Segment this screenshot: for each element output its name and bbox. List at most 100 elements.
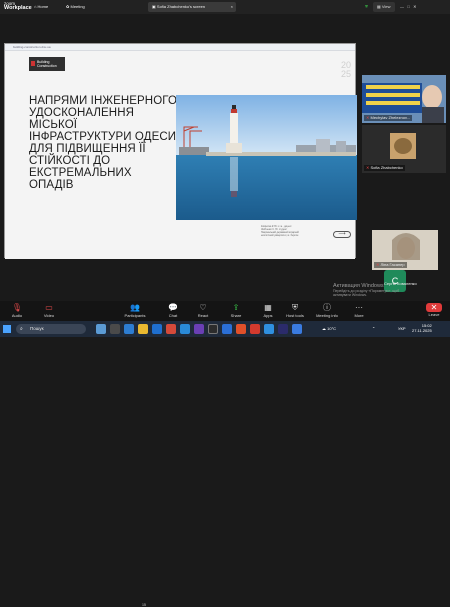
heart-icon: ♡ [199, 303, 207, 312]
more-icon: ··· [355, 303, 363, 312]
more-button[interactable]: ··· More [346, 303, 372, 318]
language-indicator[interactable]: УКР [398, 326, 406, 331]
taskbar-app-icon[interactable] [278, 324, 288, 334]
taskbar-app-icon[interactable] [124, 324, 134, 334]
tab-shared-screen[interactable]: ▣ Sofia Zhabchenko's screen × [148, 2, 236, 12]
home-icon: ⌂ [34, 4, 37, 9]
participants-icon: 👥 [130, 303, 140, 312]
shared-screen[interactable]: building-construction.dnu.ua Building Co… [4, 43, 357, 259]
windows-activation-watermark: Активация Windows Перейдіть до розділу «… [333, 283, 399, 297]
shield-icon: ⛨ [292, 303, 298, 312]
next-arrow-button[interactable]: ⟶ [333, 231, 351, 238]
taskbar-app-icon[interactable] [208, 324, 218, 334]
screen-icon: ▣ [152, 4, 156, 9]
start-tile [3, 325, 7, 329]
meeting-info-button[interactable]: ⓘ Meeting info [314, 303, 340, 318]
taskbar-app-icon[interactable] [250, 324, 260, 334]
start-tile [7, 329, 11, 333]
logo-line2: Construction [37, 64, 57, 68]
window-close-icon[interactable]: ✕ [413, 4, 416, 9]
presentation-slide: Building Construction 20 25 НАПРЯМИ ІНЖЕ… [5, 51, 357, 259]
info-icon: ⓘ [323, 303, 331, 312]
participants-count: 15 [142, 603, 146, 607]
arrow-right-icon: ⟶ [338, 231, 346, 237]
search-placeholder: Пошук [30, 326, 44, 331]
video-off-icon: ▭ [45, 303, 53, 312]
start-tile [3, 329, 7, 333]
taskbar-search[interactable]: Пошук [16, 324, 86, 334]
tab-meeting[interactable]: ✿ Meeting [62, 2, 89, 12]
windows-start-button[interactable] [3, 325, 11, 333]
share-button[interactable]: ⇪ Share [223, 303, 249, 318]
participant-name: ✕ Sofia Zhabchenko [364, 165, 405, 171]
clock[interactable]: 15:02 27.11.2025 [412, 323, 432, 333]
clock-date: 27.11.2025 [412, 328, 432, 333]
participant-tile[interactable]: ✕ Ліна Гасанер [372, 230, 438, 270]
year-line2: 25 [341, 69, 352, 79]
taskbar-app-icon[interactable] [264, 324, 274, 334]
participant-tile[interactable]: ✕ Mechylav Zheleznov... [362, 75, 446, 123]
chevron-up-icon: ⌃ [372, 326, 376, 331]
tray-icons[interactable]: ⌃ [372, 326, 375, 331]
security-shield[interactable]: ⛨ [365, 2, 368, 12]
brand-workplace: Workplace [4, 5, 32, 11]
close-icon: ✕ [426, 303, 442, 312]
mic-off-icon: ✕ [376, 262, 380, 267]
taskbar-app-icon[interactable] [96, 324, 106, 334]
taskbar-app-icon[interactable] [110, 324, 120, 334]
tab-meeting-label: Meeting [70, 4, 85, 9]
minimize-icon[interactable]: — [400, 4, 404, 9]
slide-title: НАПРЯМИ ІНЖЕНЕРНОГО УДОСКОНАЛЕННЯ МІСЬКО… [29, 95, 177, 191]
taskbar-app-icon[interactable] [236, 324, 246, 334]
view-button[interactable]: ▦ View [373, 2, 395, 12]
tab-home[interactable]: ⌂ Home [30, 2, 52, 12]
shield-icon: ⛨ [365, 4, 368, 9]
close-icon[interactable]: × [231, 2, 233, 12]
participant-name: ✕ Ліна Гасанер [374, 262, 407, 268]
audio-button[interactable]: 🎙 Audio [4, 303, 30, 318]
taskbar-app-icon[interactable] [194, 324, 204, 334]
windows-taskbar: Пошук ⌕ ☁ 10°C ⌃ УКР 15:02 27.11.2025 [0, 321, 450, 337]
video-button[interactable]: ▭ Video [36, 303, 62, 318]
taskbar-app-icon[interactable] [166, 324, 176, 334]
taskbar-app-icon[interactable] [292, 324, 302, 334]
zoom-title-bar: zoom Workplace ⌂ Home ✿ Meeting ▣ Sofia … [0, 0, 450, 14]
chat-button[interactable]: 💬 Chat [160, 303, 186, 318]
lighthouse-photo [176, 95, 357, 220]
watermark-line: активувати Windows. [333, 293, 367, 297]
weather-widget[interactable]: ☁ 10°C [322, 326, 336, 331]
mic-off-icon: ✕ [366, 115, 370, 120]
weather-icon: ☁ [322, 326, 326, 331]
chat-icon: 💬 [168, 303, 178, 312]
view-label: View [381, 4, 391, 9]
apps-button[interactable]: ▦ Apps [255, 303, 281, 318]
leave-button[interactable]: ✕ Leave [421, 303, 447, 317]
view-grid-icon: ▦ [377, 4, 381, 9]
participant-name: ✕ Mechylav Zheleznov... [364, 115, 412, 121]
taskbar-app-icon[interactable] [152, 324, 162, 334]
apps-icon: ▦ [264, 303, 272, 312]
participant-tile[interactable]: ✕ Sofia Zhabchenko [362, 125, 446, 173]
share-icon: ⇪ [232, 303, 240, 312]
window-controls[interactable]: — □ ✕ [400, 2, 416, 12]
start-tile [7, 325, 11, 329]
slide-year: 20 25 [341, 61, 351, 79]
caption-line: екологічний університет, м. Херсон [261, 235, 299, 237]
taskbar-app-icon[interactable] [138, 324, 148, 334]
browser-url: building-construction.dnu.ua [13, 45, 51, 49]
slide-logo: Building Construction [29, 57, 65, 71]
tab-screen-label: Sofia Zhabchenko's screen [156, 4, 206, 9]
tab-home-label: Home [37, 4, 49, 9]
react-button[interactable]: ♡ React [190, 303, 216, 318]
participants-button[interactable]: 👥 Participants [122, 303, 148, 318]
meeting-toolbar: 🎙 Audio ▭ Video 👥 Participants 15 💬 Chat… [0, 301, 450, 607]
lighthouse-photo-svg [176, 95, 357, 220]
host-tools-button[interactable]: ⛨ Host tools [282, 303, 308, 318]
maximize-icon[interactable]: □ [407, 4, 409, 9]
taskbar-app-icon[interactable] [180, 324, 190, 334]
slide-caption: Коврегіна Є.Ю. к.т.н., доцент Жабченко С… [261, 226, 331, 238]
paw-icon: ✿ [66, 4, 70, 9]
zoom-brand: zoom Workplace [4, 1, 32, 11]
browser-address-bar: building-construction.dnu.ua [5, 44, 355, 51]
taskbar-app-icon[interactable] [222, 324, 232, 334]
